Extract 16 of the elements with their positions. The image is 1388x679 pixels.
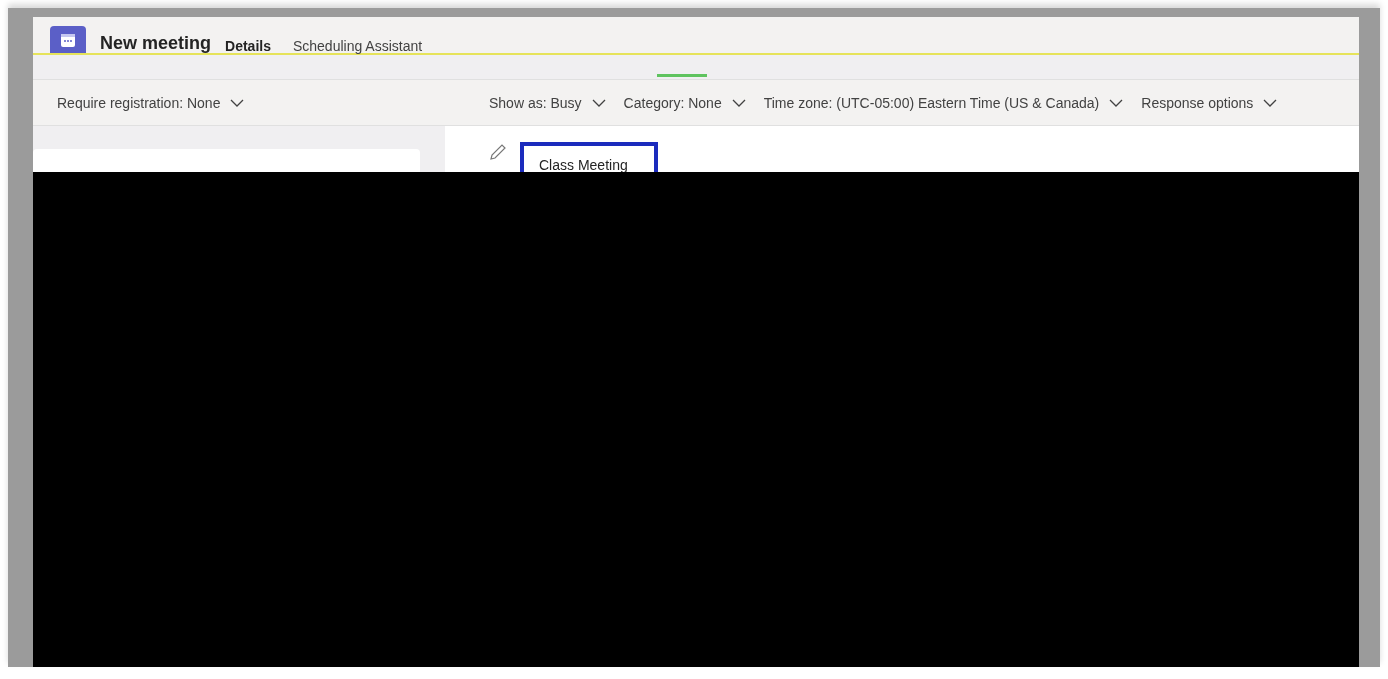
chevron-down-icon [1263,98,1278,107]
dropdown[interactable]: Time zone: (UTC-05:00) Eastern Time (US & Canada) [763,94,1124,111]
tab[interactable]: Scheduling Assistant [292,38,431,54]
accent-line [657,74,707,77]
dropdown[interactable]: Category: None [623,94,746,111]
dropdown[interactable]: Require registration: None [57,94,245,111]
dropdown[interactable]: Response options [1141,94,1278,111]
chevron-down-icon [230,98,245,107]
tab[interactable]: Details [225,38,279,54]
calendar-icon [50,26,86,53]
chevron-down-icon [1109,98,1124,107]
pencil-icon [488,142,508,162]
window-title: New meeting [100,32,212,54]
chevron-down-icon [731,98,746,107]
dropdown[interactable]: Show as: Busy [489,94,606,111]
chevron-down-icon [591,98,606,107]
